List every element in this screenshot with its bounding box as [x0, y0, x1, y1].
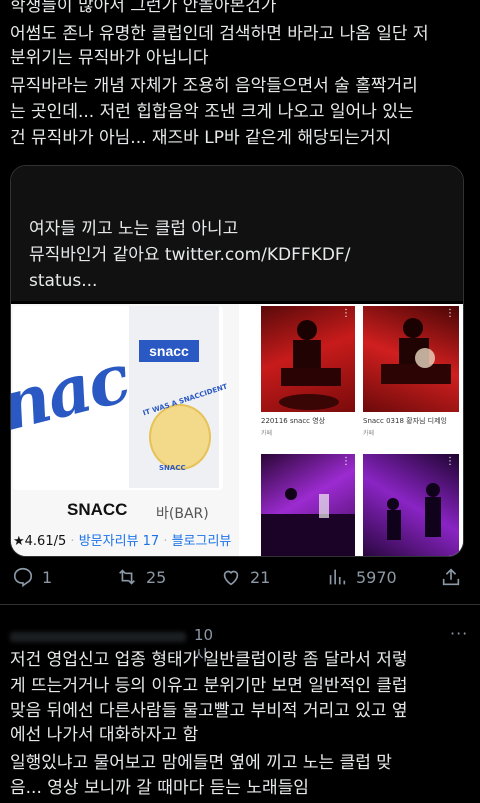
tweet-text-line: 학생들이 많아서 그런가 안놀아본건가	[10, 0, 277, 16]
views-button[interactable]: 5970	[326, 566, 397, 588]
reply-text-line: 에선 나가서 대화하자고 함	[10, 725, 199, 745]
place-category: 바(BAR)	[156, 506, 209, 522]
photo-caption-sub: 카페	[363, 430, 375, 437]
club-photo-purple-crowd: ⋮	[363, 454, 459, 556]
club-photo-red-deck: ⋮	[363, 306, 459, 412]
like-button[interactable]: 21	[220, 566, 270, 588]
coin-logo-icon	[149, 404, 211, 470]
star-icon: ★	[13, 534, 25, 549]
tweet-text-line: 건 뮤직바가 아님... 재즈바 LP바 같은게 해당되는거지	[10, 128, 392, 148]
place-rating: 4.61/5	[24, 534, 67, 549]
club-photo-purple-bar: ⋮	[261, 454, 355, 556]
tweet-text-line: 는 곳인데... 저런 힙합음악 조낸 크게 나오고 일어나 있는	[10, 102, 414, 122]
like-count: 21	[250, 567, 271, 587]
reply-text-line: 맞음 뒤에선 다른사람들 물고빨고 부비적 거리고 있고 옆	[10, 701, 408, 721]
photo-caption: 220116 snacc 영상	[261, 417, 326, 425]
retweet-count: 25	[146, 567, 167, 587]
more-options-icon[interactable]: ···	[450, 624, 468, 643]
reply-icon	[13, 567, 33, 588]
more-dots-icon: ⋮	[341, 456, 351, 467]
quote-text-line: 여자들 끼고 노는 클럽 아니고	[29, 219, 239, 239]
tweet-text-line: 어썸도 존나 유명한 클럽인데 검색하면 바라고 나옴 일단 저	[10, 24, 429, 44]
place-info-image[interactable]: nacc snacc IT WAS A SNACCIDENT SNACC SNA…	[11, 304, 239, 556]
blog-reviews-link[interactable]: 블로그리뷰	[172, 534, 232, 549]
reply-text-line: 게 뜨는거거나 등의 이유고 분위기만 보면 일반적인 클럽	[10, 676, 408, 696]
reply-text-line: 음... 영상 보니까 갈 때마다 듣는 노래들임	[10, 778, 309, 798]
bar-silhouette-icon	[261, 488, 355, 556]
blurred-username	[10, 632, 186, 642]
coin-logo-bottom: SNACC	[159, 464, 186, 472]
reply-text-line: 일행있냐고 물어보고 맘에들면 옆에 끼고 노는 클럽 맞	[10, 753, 392, 773]
share-icon	[442, 568, 460, 586]
views-icon	[329, 569, 346, 585]
more-dots-icon: ⋮	[341, 308, 351, 319]
dj-silhouette-icon	[279, 320, 341, 410]
retweet-icon	[119, 569, 135, 585]
reply-text-line: 저건 영업신고 업종 형태가 일반클럽이랑 좀 달라서 저렇	[10, 650, 408, 670]
media-divider	[239, 304, 249, 556]
reply-count: 1	[42, 567, 53, 587]
quote-text-line[interactable]: status...	[29, 268, 97, 294]
quote-tweet-card[interactable]: 여자들 끼고 노는 클럽 아니고 뮤직바인거 같아요 twitter.com/K…	[10, 165, 464, 557]
retweet-button[interactable]: 25	[116, 566, 166, 588]
heart-icon	[223, 570, 239, 586]
quote-text-line[interactable]: 뮤직바인거 같아요 twitter.com/KDFFKDF/	[29, 242, 350, 268]
place-meta: ★4.61/5 · 방문자리뷰 17 · 블로그리뷰	[13, 534, 232, 549]
more-dots-icon: ⋮	[445, 308, 455, 319]
views-count: 5970	[356, 567, 397, 587]
club-photo-red-dj: ⋮	[261, 306, 355, 412]
crowd-silhouette-icon	[387, 483, 441, 540]
place-name: SNACC	[67, 500, 128, 519]
snacc-badge: snacc	[139, 340, 199, 362]
reply-button[interactable]: 1	[12, 566, 52, 588]
tweet-text-line: 뮤직바라는 개념 자체가 조용히 음악들으면서 술 홀짝거리	[10, 76, 418, 96]
more-dots-icon: ⋮	[445, 456, 455, 467]
tweet-divider	[0, 604, 480, 605]
dj-silhouette-icon	[381, 318, 451, 384]
tweet-text-line: 분위기는 뮤직바가 아닙니다	[10, 48, 209, 68]
visitor-reviews-link[interactable]: 방문자리뷰 17	[79, 534, 159, 549]
photo-caption-sub: 카페	[261, 430, 273, 437]
quote-media[interactable]: nacc snacc IT WAS A SNACCIDENT SNACC SNA…	[11, 304, 463, 556]
photo-caption: Snacc 0318 황자님 디제잉	[363, 417, 447, 425]
share-button[interactable]	[440, 566, 470, 588]
photo-grid-image[interactable]: ⋮ 220116 snacc 영상 카페 ⋮ Snacc 0318 황자님 디제…	[249, 304, 463, 556]
